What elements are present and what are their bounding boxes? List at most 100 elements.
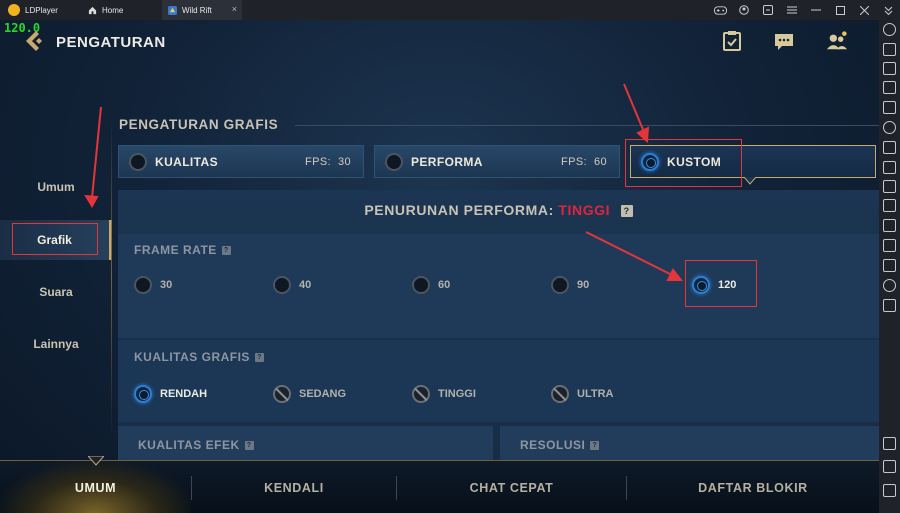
frame-rate-option-40[interactable]: 40 [273,276,311,294]
volume-down-icon[interactable] [883,81,896,94]
quality-option-label: TINGGI [438,388,476,400]
page-title: PENGATURAN [56,34,166,51]
rotate-icon[interactable] [883,121,896,134]
frame-rate-option-90[interactable]: 90 [551,276,589,294]
radio-40[interactable] [273,276,291,294]
friends-icon[interactable] [826,30,848,52]
window-controls [708,0,900,20]
nav-divider [111,115,112,435]
game-icon [168,5,177,15]
performance-drop-label: PENURUNAN PERFORMA: TINGGI ? [118,202,879,218]
missions-clipboard-icon[interactable] [721,30,743,52]
quality-option-sedang[interactable]: SEDANG [273,385,346,403]
keyboard-icon[interactable] [883,43,896,56]
gamepad-icon[interactable] [708,0,732,20]
tab-wild-rift-label: Wild Rift [182,5,212,15]
frame-rate-option-label: 30 [160,279,173,291]
bottom-tab-bar: UMUM KENDALI CHAT CEPAT DAFTAR BLOKIR [0,460,879,513]
macro-icon[interactable] [883,219,896,232]
category-suara[interactable]: Suara [0,272,112,312]
tab-close-icon[interactable]: × [232,4,237,14]
preset-kualitas[interactable]: KUALITAS FPS: 30 [118,145,364,178]
location-icon[interactable] [883,279,896,292]
install-apk-icon[interactable] [883,141,896,154]
tab-kendali-label: KENDALI [264,480,324,495]
app-brand: LDPlayer [0,0,82,20]
chat-icon[interactable] [773,30,795,52]
multi-instance-icon[interactable] [883,239,896,252]
frame-rate-help-icon[interactable]: ? [221,246,231,256]
preset-performa[interactable]: PERFORMA FPS: 60 [374,145,620,178]
android-back-icon[interactable] [883,437,896,450]
performance-help-icon[interactable]: ? [620,205,633,218]
home-icon [88,6,97,14]
volume-up-icon[interactable] [883,62,896,75]
account-icon[interactable] [732,0,756,20]
android-recent-icon[interactable] [883,484,896,497]
android-home-icon[interactable] [883,460,896,473]
collapse-icon[interactable] [876,0,900,20]
scissors-icon[interactable] [883,180,896,193]
quality-option-tinggi[interactable]: TINGGI [412,385,476,403]
tab-daftar-blokir[interactable]: DAFTAR BLOKIR [627,461,879,513]
disabled-radio-icon [412,385,430,403]
video-icon[interactable] [883,199,896,212]
graphics-settings-title: PENGATURAN GRAFIS [119,117,279,132]
back-icon[interactable] [22,28,48,54]
category-umum[interactable]: Umum [0,167,112,207]
effect-quality-label: KUALITAS EFEK? [138,438,254,452]
frame-rate-option-label: 90 [577,279,590,291]
annotation-box-kustom [625,139,742,187]
maximize-icon[interactable] [828,0,852,20]
tab-home[interactable]: Home [82,0,162,20]
category-lainnya[interactable]: Lainnya [0,324,112,364]
quality-option-label: ULTRA [577,388,614,400]
performance-drop-level: TINGGI [558,202,611,218]
quality-option-ultra[interactable]: ULTRA [551,385,613,403]
frame-rate-option-30[interactable]: 30 [134,276,172,294]
category-lainnya-label: Lainnya [33,337,79,351]
settings-gear-icon[interactable] [883,23,896,36]
emulator-titlebar: LDPlayer Home Wild Rift × [0,0,900,20]
settings-icon[interactable] [756,0,780,20]
graphics-quality-help-icon[interactable]: ? [254,353,264,363]
app-name: LDPlayer [25,5,58,15]
radio-performa[interactable] [385,152,403,171]
minimize-icon[interactable] [804,0,828,20]
radio-60[interactable] [412,276,430,294]
ldplayer-logo-icon [8,4,20,16]
frame-rate-option-label: 40 [299,279,312,291]
emulator-side-toolbar [879,20,900,513]
annotation-box-120 [685,260,757,307]
close-icon[interactable] [852,0,876,20]
screenshot-icon[interactable] [883,101,896,114]
graphics-quality-label: KUALITAS GRAFIS? [134,350,264,364]
radio-90[interactable] [551,276,569,294]
game-viewport: 120.0 PENGATURAN Umum Grafik Suara Lainn… [0,20,879,513]
quality-option-rendah[interactable]: RENDAH [134,385,207,403]
quality-option-label: SEDANG [299,388,347,400]
tab-wild-rift[interactable]: Wild Rift × [162,0,242,20]
effect-quality-help-icon[interactable]: ? [244,441,254,451]
annotation-box-grafik [12,223,98,255]
tab-umum-label: UMUM [74,480,117,495]
tab-home-label: Home [102,5,124,15]
category-suara-label: Suara [39,285,73,299]
frame-rate-option-60[interactable]: 60 [412,276,450,294]
custom-settings-panel: PENURUNAN PERFORMA: TINGGI ? FRAME RATE?… [118,190,879,465]
menu-icon[interactable] [780,0,804,20]
radio-30[interactable] [134,276,152,294]
radio-rendah[interactable] [134,385,152,403]
tab-chat-cepat[interactable]: CHAT CEPAT [397,461,626,513]
frame-rate-section: FRAME RATE? 30 40 60 90 120 [118,234,879,338]
active-tab-indicator-icon [88,456,104,466]
tab-umum[interactable]: UMUM [0,461,191,513]
sync-icon[interactable] [883,299,896,312]
tab-kendali[interactable]: KENDALI [192,461,396,513]
resolution-label: RESOLUSI? [520,438,600,452]
folder-icon[interactable] [883,259,896,272]
radio-kualitas[interactable] [129,152,147,171]
resolution-help-icon[interactable]: ? [590,441,600,451]
record-icon[interactable] [883,161,896,174]
category-umum-label: Umum [37,180,75,194]
